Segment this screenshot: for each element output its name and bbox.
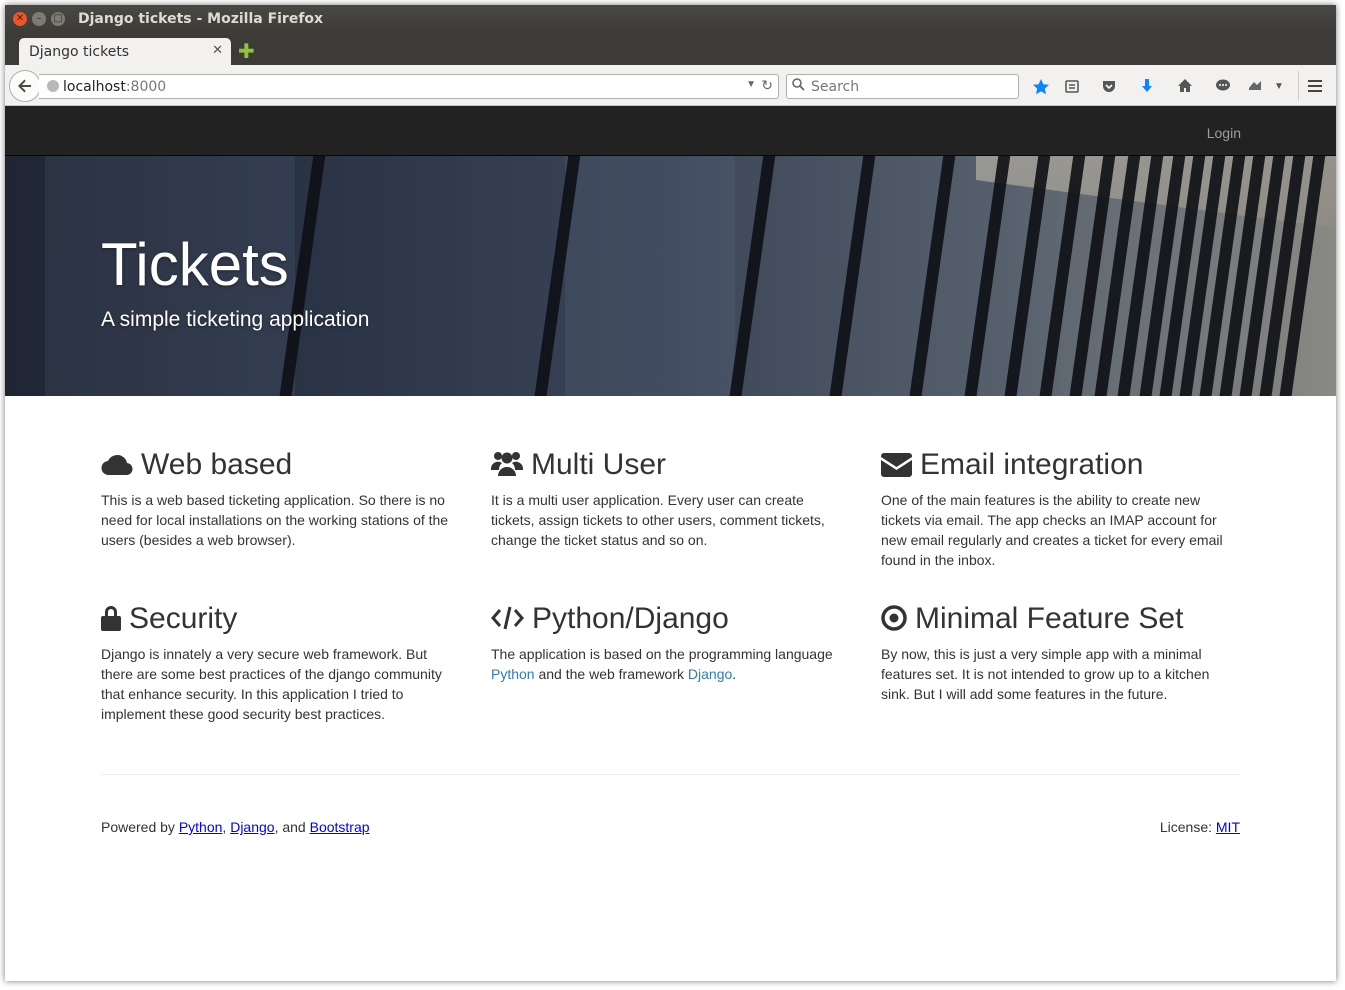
browser-window: ✕ – □ Django tickets - Mozilla Firefox D…	[5, 5, 1336, 981]
search-icon	[792, 78, 805, 94]
feature-web-based: Web based This is a web based ticketing …	[101, 448, 461, 550]
extension-dropdown-icon[interactable]: ▼	[1269, 78, 1289, 96]
feature-security: Security Django is innately a very secur…	[101, 602, 461, 724]
window-close-button[interactable]: ✕	[13, 12, 27, 26]
footer-bootstrap-link[interactable]: Bootstrap	[310, 819, 370, 835]
arrow-left-icon	[18, 79, 31, 93]
footer-django-link[interactable]: Django	[230, 819, 274, 835]
history-dropdown-icon[interactable]: ▼	[746, 79, 756, 90]
python-link[interactable]: Python	[491, 666, 535, 682]
feature-text: This is a web based ticketing applicatio…	[101, 492, 449, 548]
feature-text: Django is innately a very secure web fra…	[101, 646, 442, 722]
django-link[interactable]: Django	[688, 666, 732, 682]
feature-heading: Email integration	[881, 448, 1241, 482]
navigation-toolbar: localhost:8000 ▼ ↻ Search ▼	[5, 65, 1336, 106]
code-icon	[491, 606, 524, 630]
feature-text: One of the main features is the ability …	[881, 492, 1223, 568]
footer-divider	[101, 774, 1240, 775]
url-text[interactable]: localhost:8000	[63, 79, 166, 95]
feature-text: It is a multi user application. Every us…	[491, 492, 825, 548]
chat-icon[interactable]	[1213, 78, 1233, 99]
feature-text: The application is based on the programm…	[491, 646, 833, 682]
feature-heading: Minimal Feature Set	[881, 602, 1241, 636]
hero-subtitle: A simple ticketing application	[101, 308, 370, 331]
login-link[interactable]: Login	[1207, 125, 1241, 141]
search-input[interactable]: Search	[786, 74, 1019, 99]
search-placeholder: Search	[811, 79, 860, 95]
tab-title: Django tickets	[29, 44, 130, 60]
hamburger-menu-icon[interactable]	[1305, 78, 1325, 99]
extension-icon[interactable]	[1245, 78, 1265, 99]
web-page: Login Tickets A simple ticketing applica…	[5, 106, 1336, 981]
window-minimize-button[interactable]: –	[32, 12, 46, 26]
tab-django-tickets[interactable]: Django tickets ✕	[19, 38, 231, 66]
feature-minimal-feature-set: Minimal Feature Set By now, this is just…	[881, 602, 1241, 704]
lock-icon	[101, 606, 121, 631]
users-icon	[491, 452, 523, 476]
envelope-icon	[881, 453, 912, 477]
downloads-icon[interactable]	[1137, 78, 1157, 99]
back-button[interactable]	[9, 70, 41, 102]
feature-heading: Security	[101, 602, 461, 636]
feature-email-integration: Email integration One of the main featur…	[881, 448, 1241, 570]
title-bar: ✕ – □ Django tickets - Mozilla Firefox	[5, 5, 1336, 35]
hero-banner: Tickets A simple ticketing application	[5, 156, 1336, 396]
footer-powered-by: Powered by Python, Django, and Bootstrap	[101, 819, 370, 835]
window-maximize-button[interactable]: □	[51, 12, 65, 26]
footer-python-link[interactable]: Python	[179, 819, 223, 835]
feature-python-django: Python/Django The application is based o…	[491, 602, 851, 684]
window-title: Django tickets - Mozilla Firefox	[78, 11, 324, 27]
pocket-icon[interactable]	[1099, 78, 1119, 99]
toolbar-separator	[1298, 71, 1299, 101]
footer-license: License: MIT	[1159, 819, 1240, 835]
url-bar[interactable]: localhost:8000 ▼ ↻	[39, 74, 779, 99]
bookmarks-menu-icon[interactable]	[1062, 78, 1082, 99]
reload-icon[interactable]: ↻	[761, 77, 773, 94]
license-link[interactable]: MIT	[1216, 819, 1240, 835]
tab-strip: Django tickets ✕ ✚	[5, 35, 1336, 66]
bullseye-icon	[881, 605, 907, 631]
tab-close-icon[interactable]: ✕	[212, 43, 223, 58]
feature-multi-user: Multi User It is a multi user applicatio…	[491, 448, 851, 550]
home-icon[interactable]	[1175, 78, 1195, 99]
bookmark-star-icon[interactable]	[1031, 78, 1051, 101]
hero-title: Tickets	[101, 231, 289, 298]
feature-heading: Python/Django	[491, 602, 851, 636]
feature-text: By now, this is just a very simple app w…	[881, 646, 1210, 702]
new-tab-button[interactable]: ✚	[238, 39, 255, 63]
globe-icon	[47, 80, 59, 92]
feature-heading: Multi User	[491, 448, 851, 482]
site-navbar: Login	[5, 106, 1336, 156]
feature-heading: Web based	[101, 448, 461, 482]
cloud-icon	[101, 454, 133, 476]
